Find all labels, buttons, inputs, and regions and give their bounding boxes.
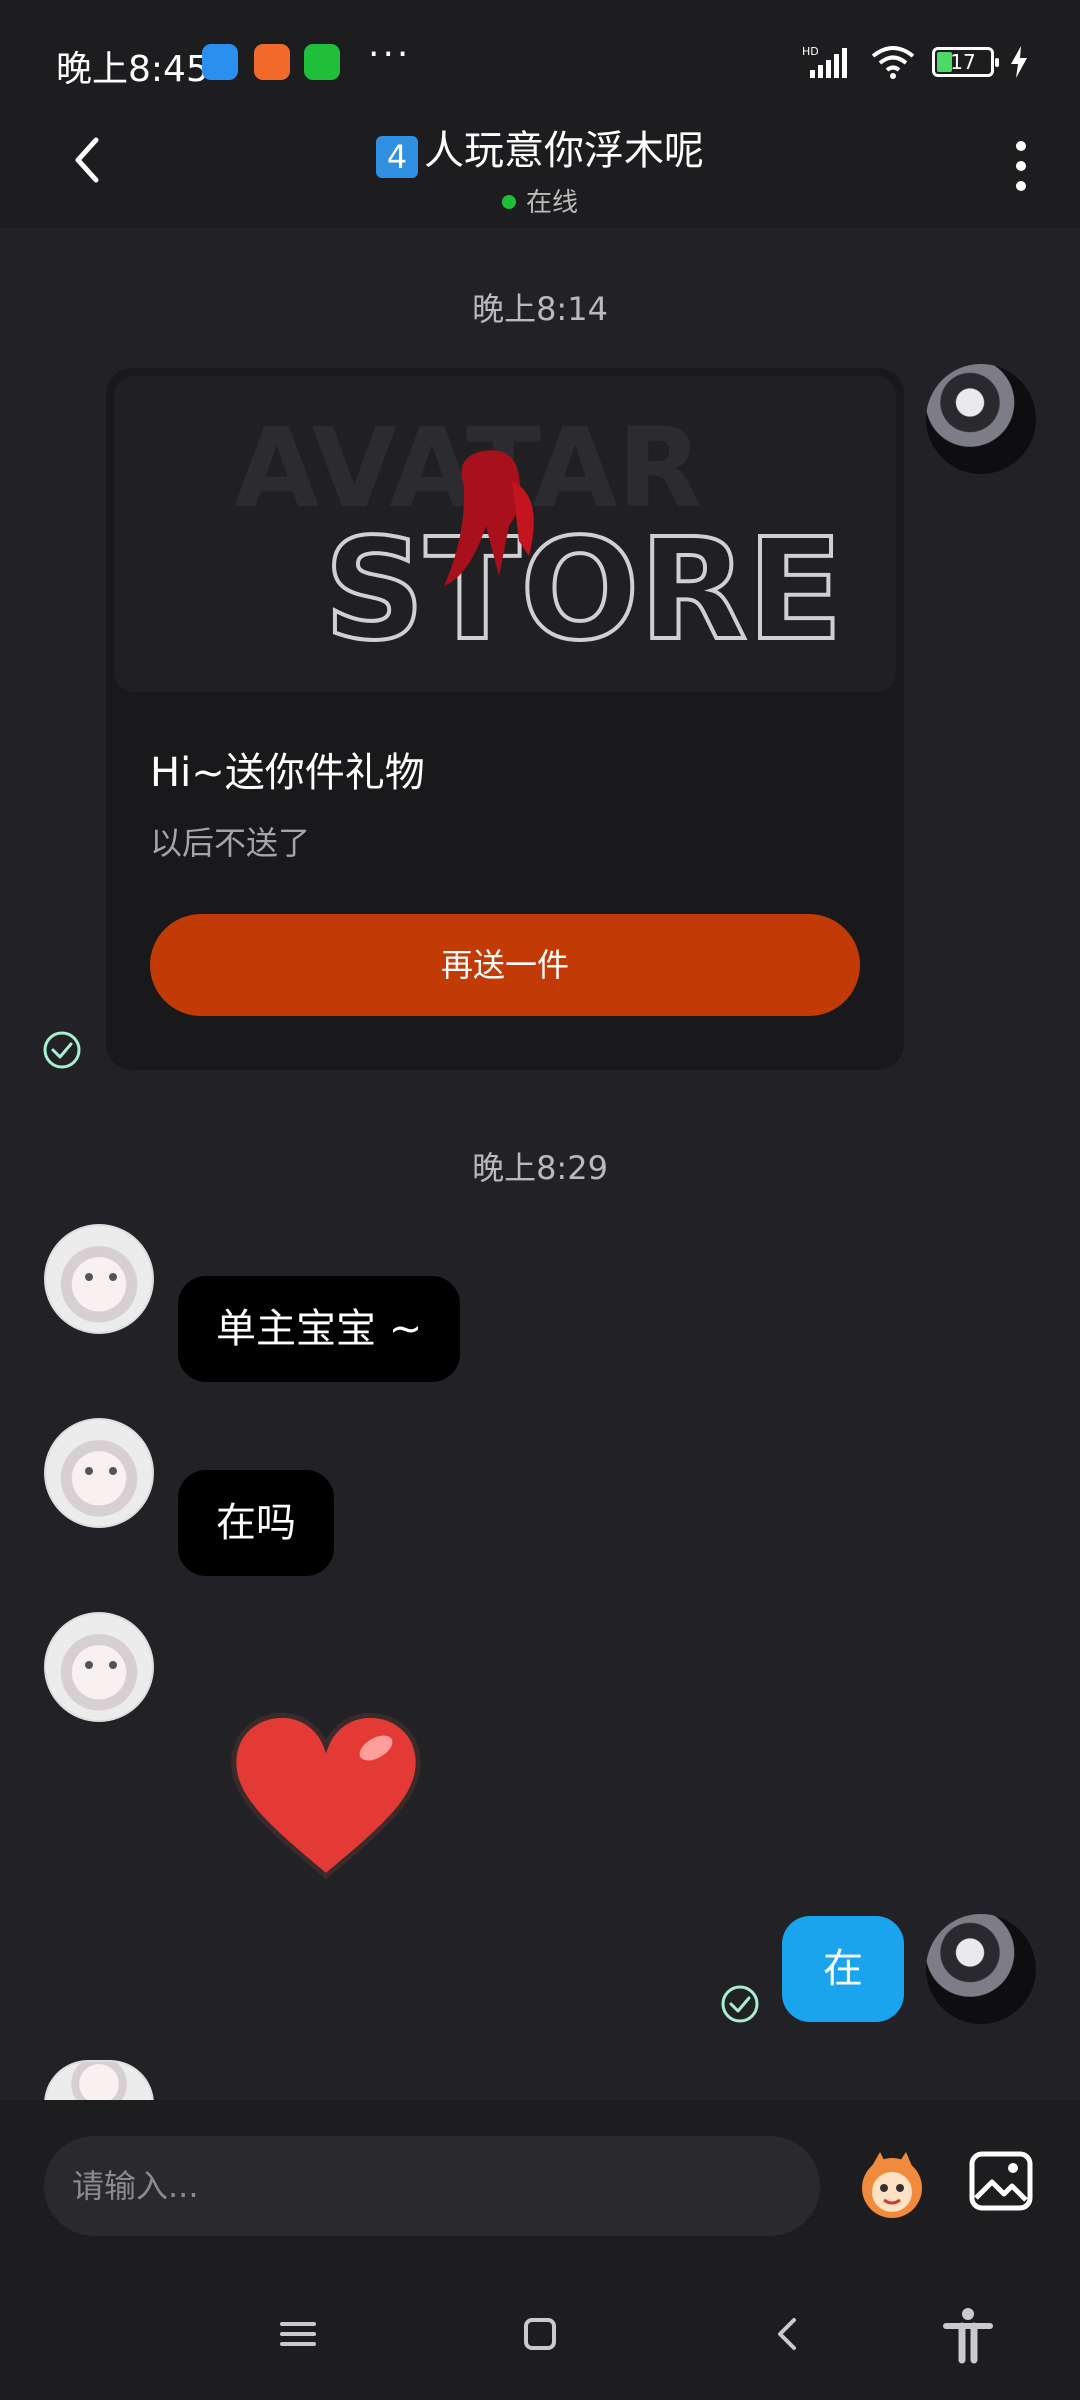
gift-banner-image[interactable]: AVATAR STORE (114, 376, 896, 692)
avatar-face (85, 1273, 117, 1281)
more-options-button[interactable] (1006, 136, 1036, 196)
message-bubble[interactable]: 在吗 (178, 1470, 334, 1576)
timestamp: 晚上8:29 (472, 1149, 608, 1187)
menu-nav-button[interactable] (268, 2304, 328, 2364)
emoji-sticker-button[interactable] (852, 2144, 932, 2224)
read-check-icon (43, 1031, 81, 1069)
my-avatar[interactable] (926, 364, 1036, 474)
message-bubble[interactable]: 单主宝宝 ~ (178, 1276, 461, 1382)
gift-subtitle: 以后不送了 (150, 824, 311, 862)
chat-header: 4 人玩意你浮木呢 在线 (0, 100, 1080, 228)
avatar-face (85, 1661, 117, 1669)
status-time: 晚上8:45 (56, 49, 209, 90)
keycap-number-icon: 4 (376, 136, 418, 178)
online-dot-icon (501, 195, 516, 209)
battery-level: 17 (950, 50, 976, 74)
back-button[interactable] (60, 130, 120, 190)
back-nav-button[interactable] (758, 2304, 818, 2364)
read-check-icon (721, 1985, 759, 2023)
more-notifications-icon: ··· (368, 34, 412, 75)
contact-avatar[interactable] (44, 1418, 154, 1528)
online-status-text: 在线 (525, 188, 578, 218)
banner-front-text: STORE (324, 509, 843, 672)
send-another-gift-button[interactable]: 再送一件 (150, 914, 860, 1016)
contact-avatar[interactable] (44, 2060, 154, 2104)
my-message-bubble[interactable]: 在 (782, 1916, 904, 2022)
network-label: HD (802, 45, 819, 58)
message-input-bar (0, 2100, 1080, 2260)
app-icon-blue (202, 44, 238, 80)
charging-icon (1011, 46, 1027, 78)
signal-icon: HD (802, 45, 847, 78)
chat-title-text: 人玩意你浮木呢 (424, 128, 704, 174)
battery-icon: 17 (932, 47, 999, 77)
online-status: 在线 (240, 182, 840, 219)
wechat-icon (304, 44, 340, 80)
chat-title: 4 人玩意你浮木呢 (240, 118, 840, 178)
my-avatar[interactable] (926, 1914, 1036, 2024)
message-input[interactable] (44, 2136, 820, 2236)
system-nav-bar (0, 2260, 1080, 2400)
chat-title-area: 4 人玩意你浮木呢 在线 (240, 118, 840, 219)
timestamp: 晚上8:14 (472, 290, 608, 328)
gift-title: Hi~送你件礼物 (150, 750, 425, 796)
home-nav-button[interactable] (510, 2304, 570, 2364)
heart-sticker-icon[interactable] (226, 1706, 426, 1886)
contact-avatar[interactable] (44, 1612, 154, 1722)
gift-card: AVATAR STORE Hi~送你件礼物 以后不送了 再送一件 (106, 368, 904, 1070)
contact-avatar[interactable] (44, 1224, 154, 1334)
accessibility-button[interactable] (938, 2304, 998, 2364)
app-icon-orange (254, 44, 290, 80)
avatar-store-logo: AVATAR STORE (234, 404, 845, 674)
image-picker-button[interactable] (966, 2146, 1036, 2216)
avatar-face (85, 1467, 117, 1475)
wifi-icon (871, 46, 915, 79)
